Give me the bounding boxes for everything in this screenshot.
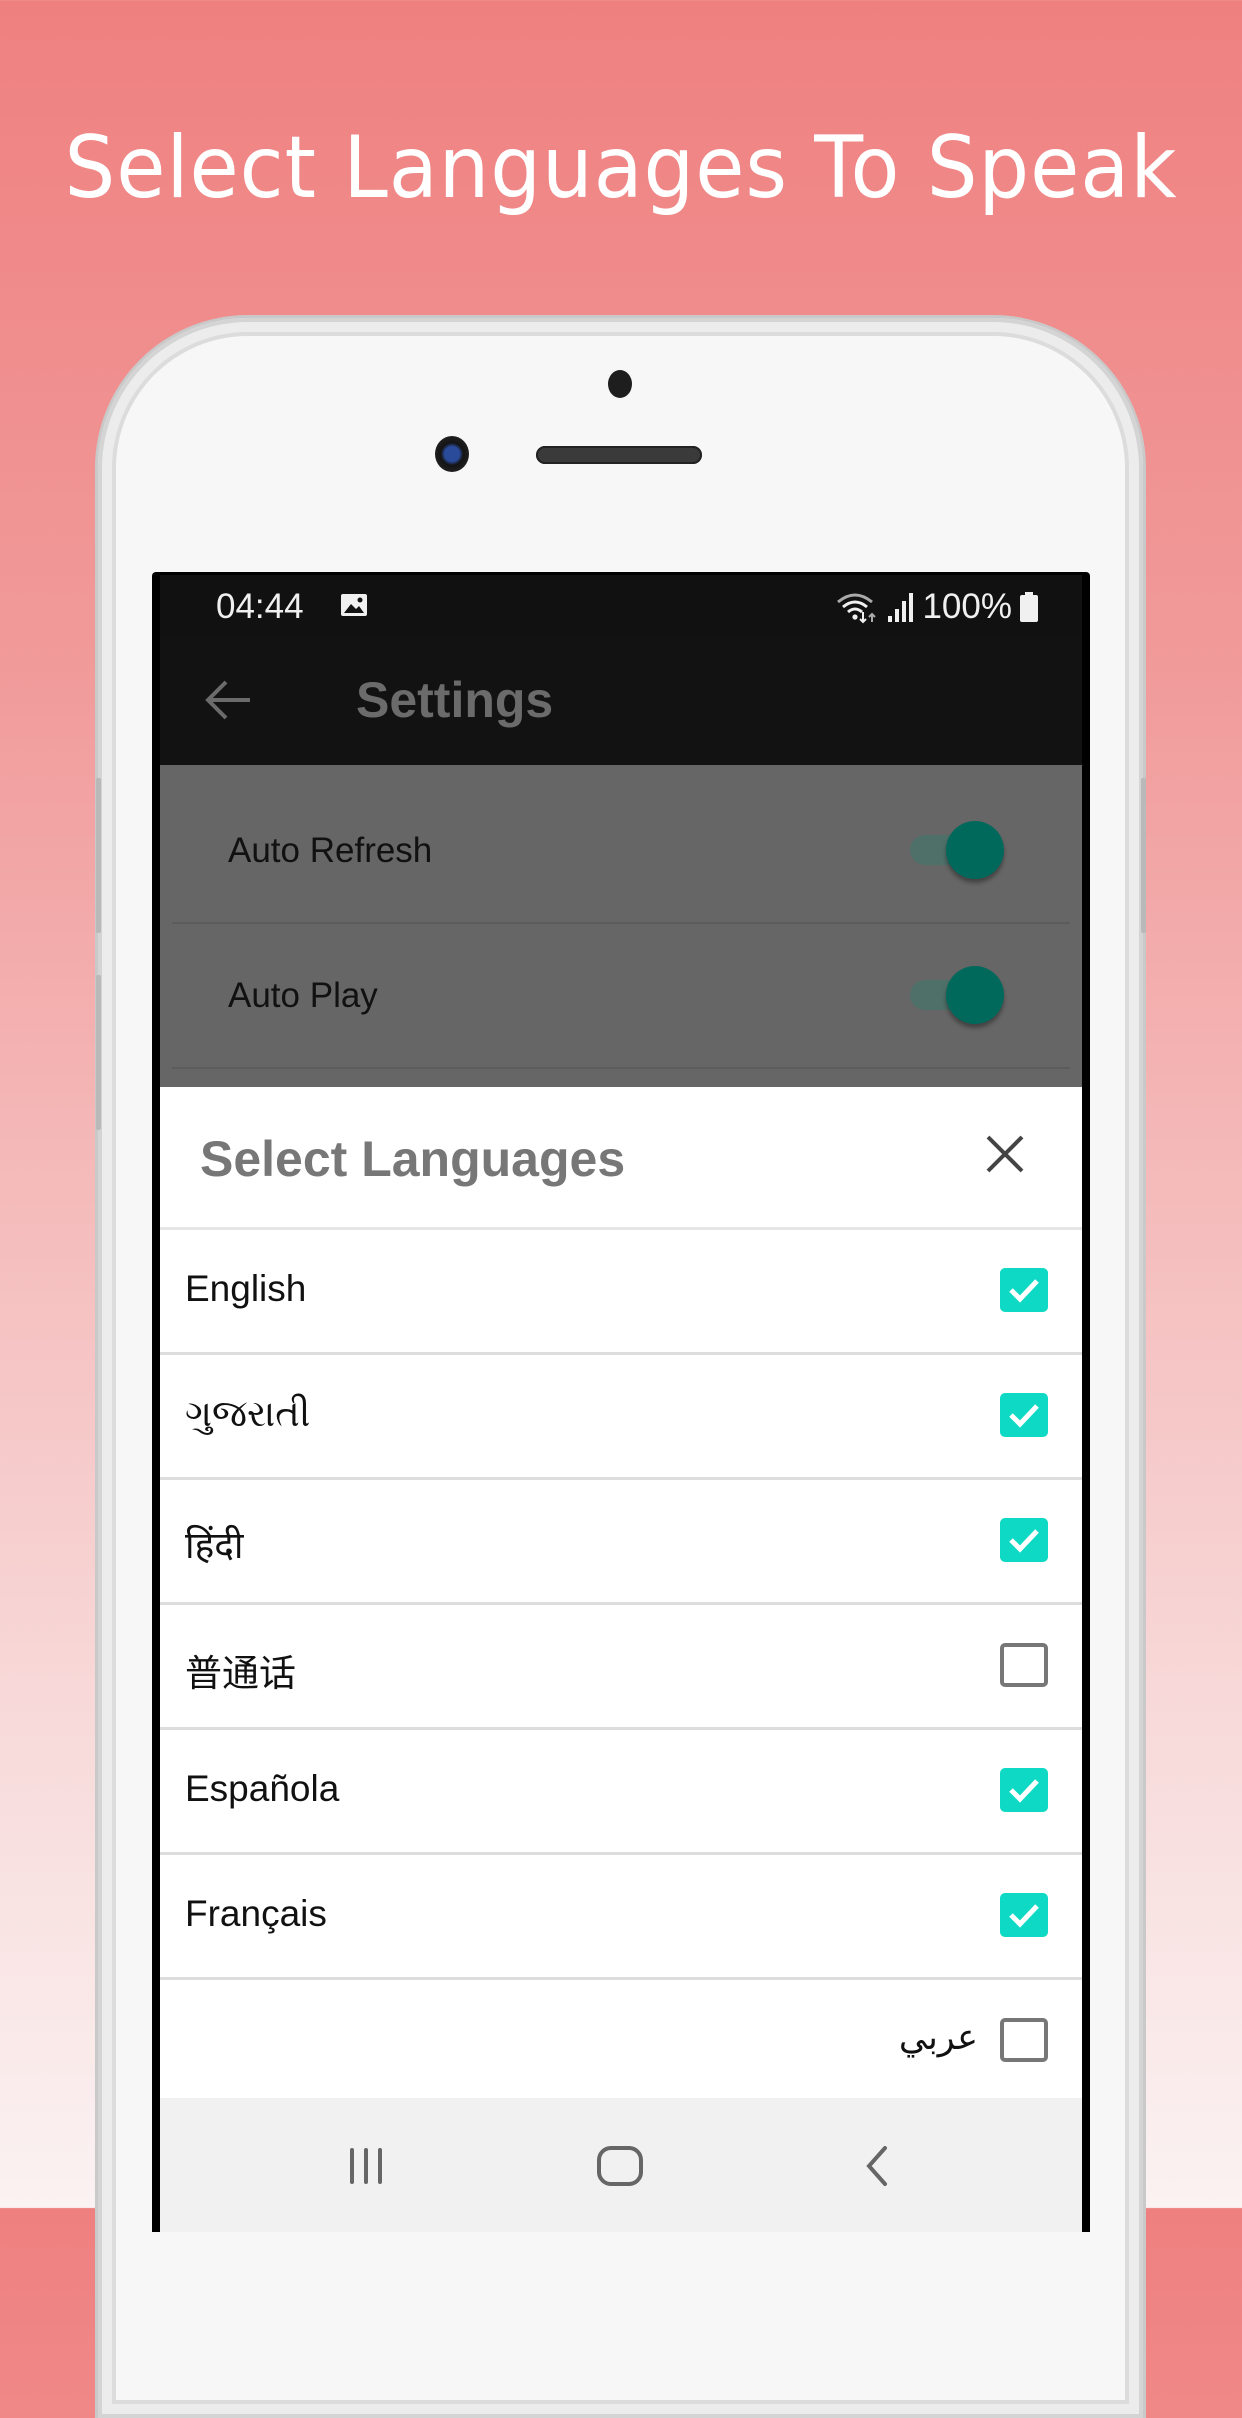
- earpiece-speaker: [536, 446, 702, 464]
- language-label: Français: [185, 1893, 327, 1934]
- page-title: Settings: [356, 672, 554, 728]
- recents-icon: [350, 2148, 382, 2184]
- recents-button[interactable]: [326, 2126, 406, 2206]
- close-icon[interactable]: [980, 1129, 1030, 1179]
- home-button[interactable]: [580, 2126, 660, 2206]
- setting-row-auto-play[interactable]: Auto Play: [172, 922, 1070, 1069]
- front-camera: [435, 436, 469, 472]
- back-icon: [866, 2146, 887, 2186]
- phone-side-button: [96, 778, 101, 933]
- checkmark-icon: [1009, 1529, 1039, 1553]
- auto-refresh-toggle[interactable]: [908, 821, 1004, 879]
- status-bar: 04:44 100%: [160, 575, 1082, 635]
- toggle-thumb: [946, 966, 1004, 1024]
- setting-label: Auto Play: [228, 976, 378, 1015]
- language-row-spanish[interactable]: Española: [160, 1730, 1082, 1855]
- sheet-title: Select Languages: [200, 1131, 626, 1187]
- sheet-header: Select Languages: [160, 1087, 1082, 1230]
- battery-icon: [1020, 592, 1038, 622]
- phone-screen: 04:44 100% Settings Auto Refresh Auto Pl…: [152, 572, 1090, 2232]
- language-row-hindi[interactable]: हिंदी: [160, 1480, 1082, 1605]
- select-languages-sheet: Select Languages English ગુજરાતી हिंदी 普…: [160, 1087, 1082, 2232]
- language-row-french[interactable]: Français: [160, 1855, 1082, 1980]
- language-checkbox[interactable]: [1000, 1768, 1048, 1812]
- checkmark-icon: [1009, 1904, 1039, 1928]
- language-row-arabic[interactable]: عربي: [160, 1980, 1082, 2105]
- language-label: عربي: [898, 2018, 978, 2058]
- signal-icon: [888, 593, 914, 622]
- status-indicators: 100%: [834, 587, 1040, 627]
- language-checkbox[interactable]: [1000, 2018, 1048, 2062]
- language-label: हिंदी: [185, 1525, 244, 1566]
- language-label: ગુજરાતી: [185, 1393, 311, 1434]
- promo-headline: Select Languages To Speak: [64, 118, 1178, 218]
- wifi-icon: [837, 593, 877, 624]
- language-list: English ગુજરાતી हिंदी 普通话 Española Franç…: [160, 1230, 1082, 2105]
- language-checkbox[interactable]: [1000, 1643, 1048, 1687]
- system-back-button[interactable]: [836, 2126, 916, 2206]
- phone-side-button: [96, 975, 101, 1130]
- language-label: English: [185, 1268, 307, 1309]
- battery-percentage: 100%: [922, 587, 1012, 626]
- home-icon: [597, 2146, 643, 2186]
- language-row-gujarati[interactable]: ગુજરાતી: [160, 1355, 1082, 1480]
- proximity-sensor: [608, 370, 632, 398]
- status-time: 04:44: [216, 587, 304, 626]
- setting-row-auto-refresh[interactable]: Auto Refresh: [172, 777, 1070, 924]
- app-bar: Settings: [160, 635, 1082, 765]
- checkmark-icon: [1009, 1779, 1039, 1803]
- language-label: 普通话: [185, 1653, 296, 1694]
- checkmark-icon: [1009, 1279, 1039, 1303]
- language-checkbox[interactable]: [1000, 1268, 1048, 1312]
- setting-label: Auto Refresh: [228, 831, 433, 870]
- language-label: Española: [185, 1768, 340, 1809]
- system-nav-bar: [160, 2098, 1082, 2232]
- back-arrow-icon[interactable]: [200, 675, 256, 725]
- gallery-icon: [341, 594, 367, 616]
- language-checkbox[interactable]: [1000, 1518, 1048, 1562]
- toggle-thumb: [946, 821, 1004, 879]
- language-row-english[interactable]: English: [160, 1230, 1082, 1355]
- language-checkbox[interactable]: [1000, 1393, 1048, 1437]
- checkmark-icon: [1009, 1404, 1039, 1428]
- language-row-mandarin[interactable]: 普通话: [160, 1605, 1082, 1730]
- language-checkbox[interactable]: [1000, 1893, 1048, 1937]
- settings-list: Auto Refresh Auto Play: [160, 765, 1082, 1087]
- auto-play-toggle[interactable]: [908, 966, 1004, 1024]
- phone-side-button: [1141, 778, 1146, 933]
